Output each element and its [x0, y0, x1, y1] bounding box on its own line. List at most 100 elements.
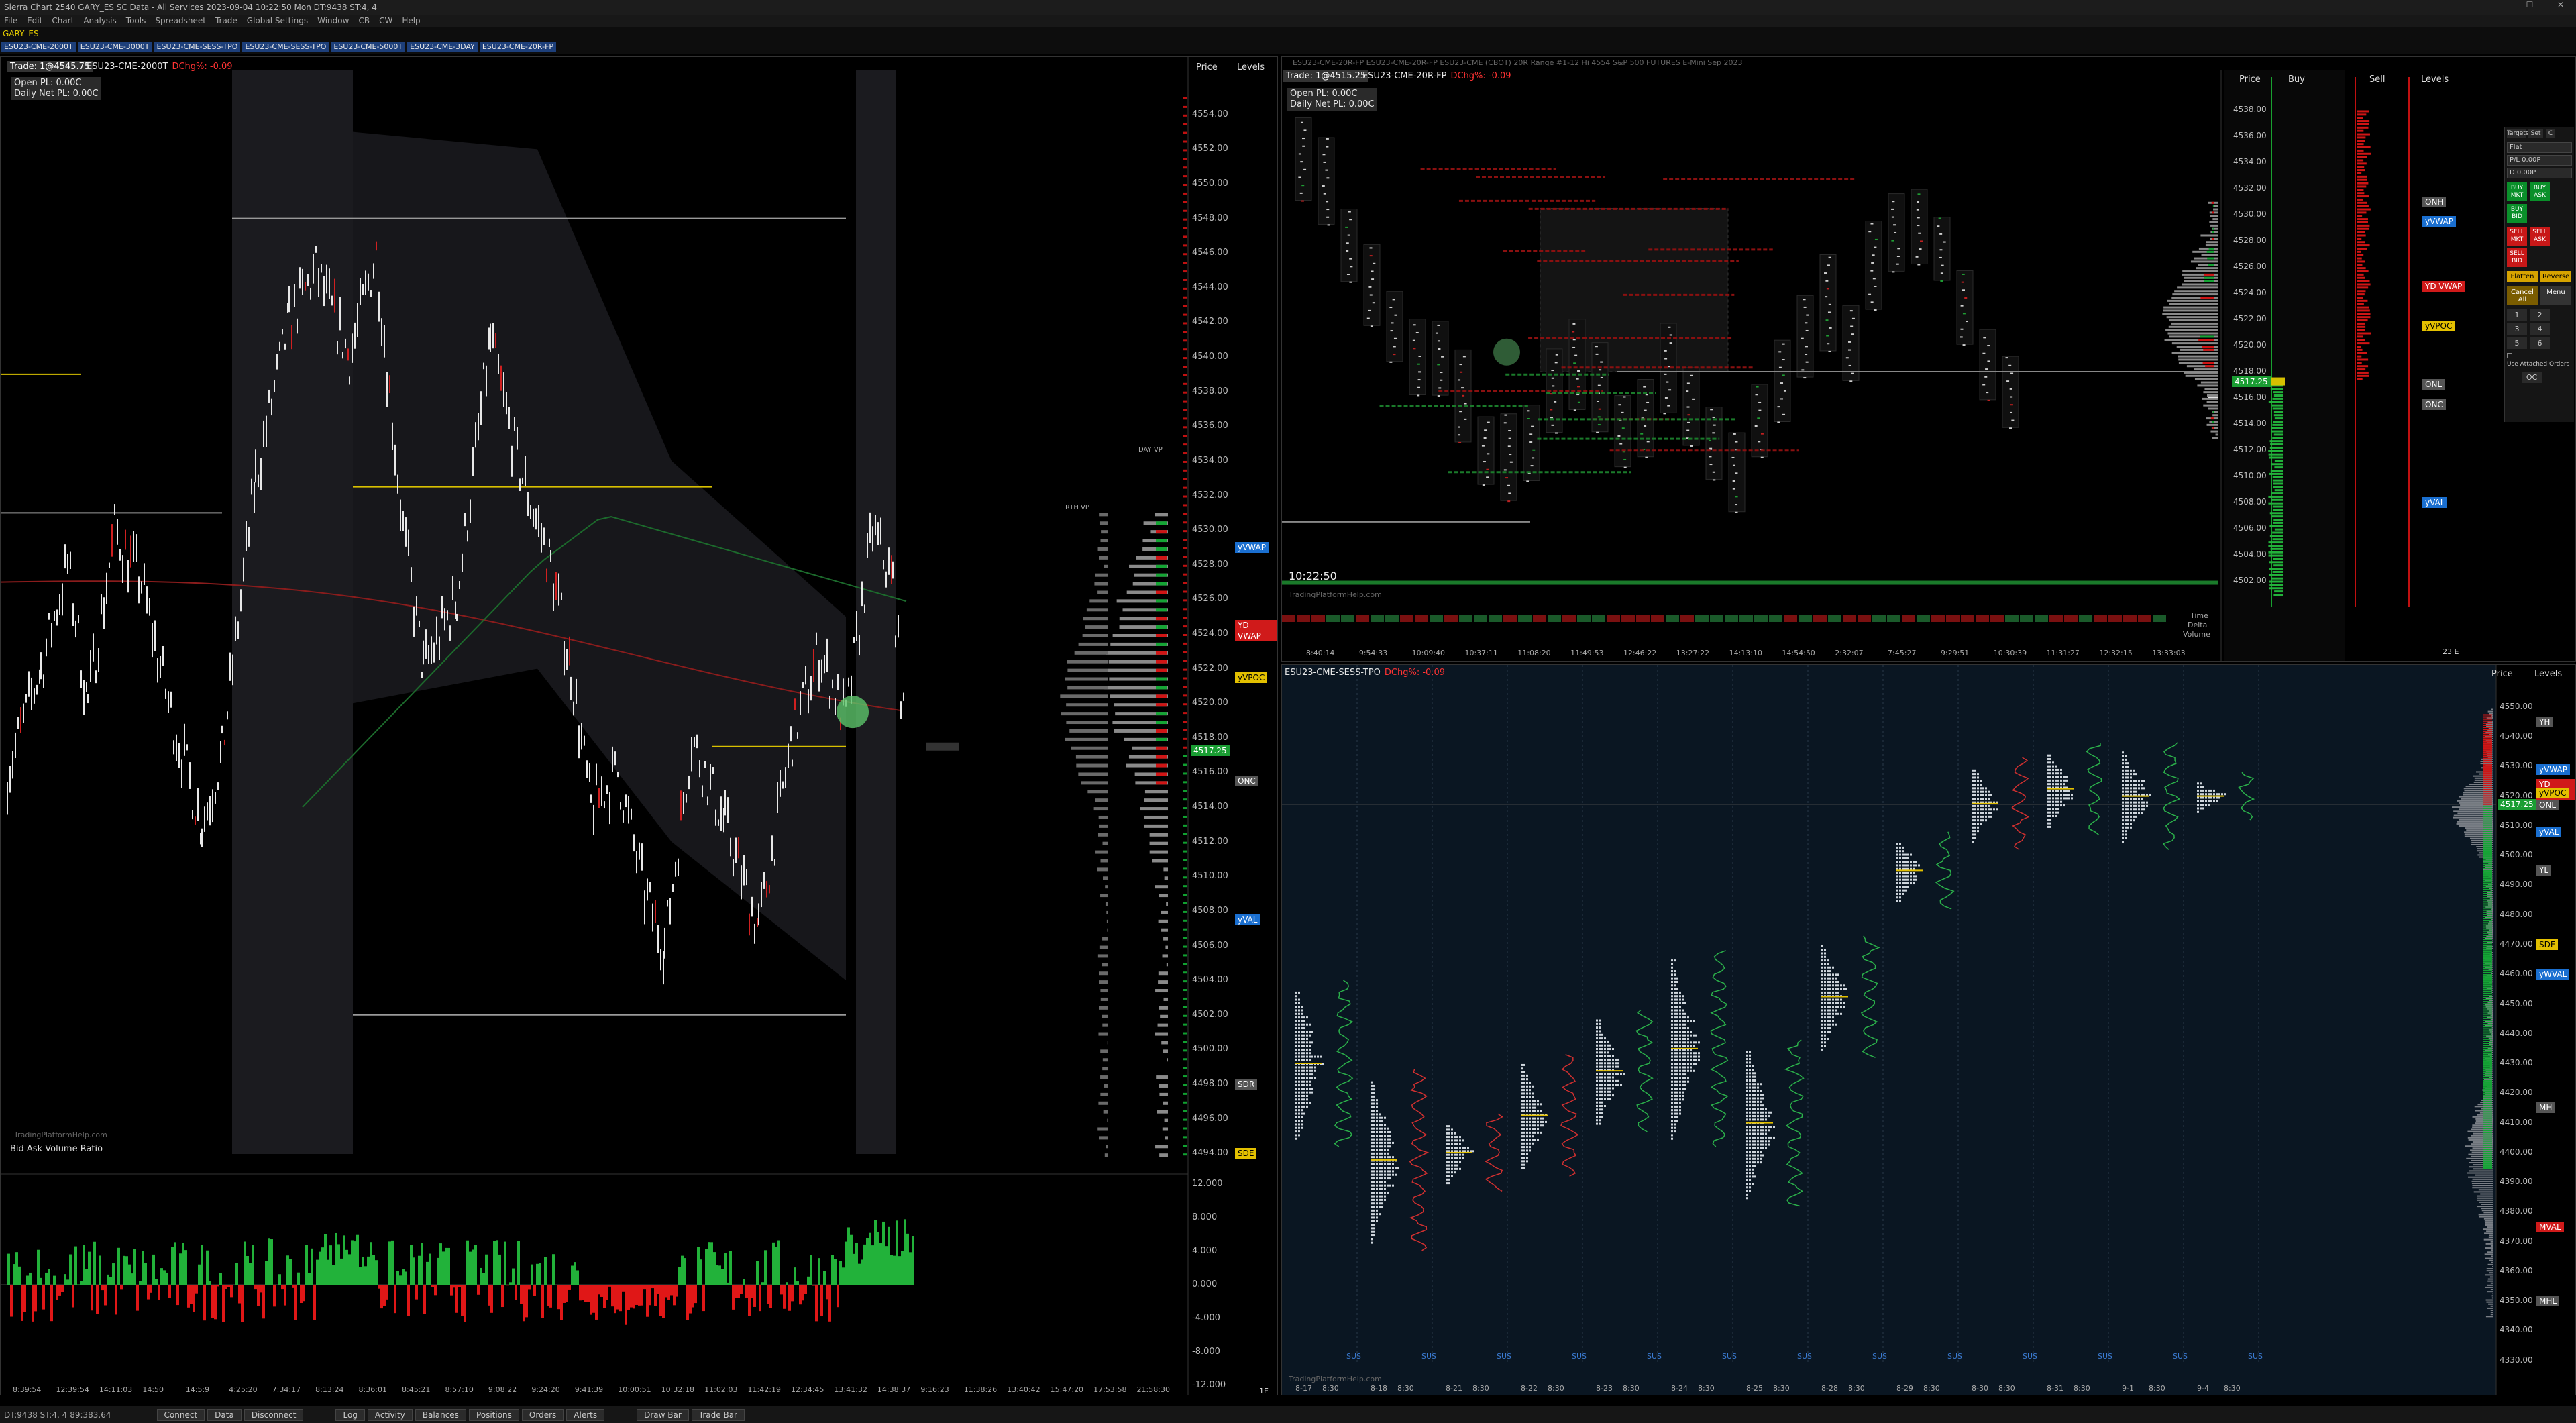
left-chart-canvas: [1, 57, 1189, 1395]
targets-button[interactable]: Targets: [2507, 129, 2529, 138]
open-pl: Open PL: 0.00C: [14, 78, 82, 88]
time-tick: 8:45:21: [402, 1385, 431, 1394]
chart-tab[interactable]: ESU23-CME-SESS-TPO: [154, 42, 241, 52]
date-tick: 9-1: [2122, 1384, 2134, 1393]
time-tick: 8:40:14: [1306, 649, 1335, 657]
level-tag: yVAL: [2536, 826, 2562, 837]
price-tick: 4536.00: [2233, 131, 2267, 141]
data-button[interactable]: Data: [207, 1408, 241, 1421]
qty-1-button[interactable]: 1: [2507, 309, 2527, 321]
price-tick: 4390.00: [2500, 1177, 2533, 1187]
disconnect-button[interactable]: Disconnect: [244, 1408, 304, 1421]
menu-item-cw[interactable]: CW: [379, 15, 392, 27]
menu-item-tools[interactable]: Tools: [126, 15, 146, 27]
time-tick: 7:34:17: [272, 1385, 301, 1394]
qty-3-button[interactable]: 3: [2507, 323, 2527, 335]
change-text: DChg%: -0.09: [1384, 668, 1445, 678]
trade-bar-button[interactable]: Trade Bar: [691, 1408, 745, 1421]
date-tick: 8-21: [1446, 1384, 1462, 1393]
set-button[interactable]: Set: [2528, 129, 2543, 138]
menu-item-cb[interactable]: CB: [358, 15, 370, 27]
buy-mkt-button[interactable]: BUY MKT: [2507, 182, 2527, 201]
positions-button[interactable]: Positions: [468, 1408, 519, 1421]
bottom-right-chart-tpo[interactable]: ESU23-CME-SESS-TPO DChg%: -0.09 Price Lev…: [1281, 664, 2576, 1395]
close-icon[interactable]: ✕: [2545, 0, 2576, 15]
current-price-tag: 4517.25: [2232, 376, 2271, 387]
balances-button[interactable]: Balances: [415, 1408, 466, 1421]
left-chart-2000t[interactable]: Trade: 1@4545.75 ESU23-CME-2000T DChg%: -…: [0, 56, 1278, 1395]
draw-bar-button[interactable]: Draw Bar: [637, 1408, 689, 1421]
flatten-button[interactable]: Flatten: [2507, 271, 2538, 282]
chart-tab[interactable]: ESU23-CME-2000T: [1, 42, 76, 52]
buy-bid-button[interactable]: BUY BID: [2507, 204, 2527, 223]
price-tick: 4420.00: [2500, 1088, 2533, 1098]
time-tick: 11:49:53: [1570, 649, 1604, 657]
corner-label: 1E: [1259, 1387, 1269, 1395]
sell-bid-button[interactable]: SELL BID: [2507, 248, 2527, 267]
oc-button[interactable]: OC: [2522, 372, 2542, 383]
qty-6-button[interactable]: 6: [2530, 337, 2550, 349]
session-time: 8:30: [1923, 1384, 1940, 1393]
alerts-button[interactable]: Alerts: [566, 1408, 605, 1421]
menu-item-edit[interactable]: Edit: [27, 15, 42, 27]
maximize-icon[interactable]: ☐: [2514, 0, 2545, 15]
price-header: Price: [2491, 669, 2513, 679]
menu-item-chart[interactable]: Chart: [52, 15, 74, 27]
price-tick: 4512.00: [1192, 836, 1228, 847]
price-tick: 4542.00: [1192, 317, 1228, 327]
menu-item-file[interactable]: File: [4, 15, 17, 27]
reverse-button[interactable]: Reverse: [2540, 271, 2571, 282]
log-button[interactable]: Log: [335, 1408, 365, 1421]
level-tag: YL: [2536, 865, 2552, 876]
session-tag: SUS: [2023, 1352, 2038, 1361]
menu-button[interactable]: Menu: [2540, 286, 2571, 305]
sell-mkt-button[interactable]: SELL MKT: [2507, 227, 2527, 246]
qty-2-button[interactable]: 2: [2530, 309, 2550, 321]
cancel-all-button[interactable]: Cancel All: [2507, 286, 2538, 305]
price-tick: 4534.00: [1192, 455, 1228, 466]
chart-tab[interactable]: ESU23-CME-SESS-TPO: [242, 42, 329, 52]
current-price-tag: 4517.25: [2498, 798, 2536, 810]
price-tick: 4540.00: [1192, 352, 1228, 362]
level-tag: ONC: [1235, 776, 1258, 787]
activity-button[interactable]: Activity: [367, 1408, 413, 1421]
daily-pl-field: D 0.00P: [2507, 168, 2572, 178]
price-tick: 4494.00: [1192, 1148, 1228, 1159]
menu-item-trade[interactable]: Trade: [215, 15, 237, 27]
indicator-tick: -12.000: [1192, 1380, 1226, 1390]
top-right-chart-20r[interactable]: ESU23-CME-20R-FP ESU23-CME-20R-FP ESU23-…: [1281, 56, 2576, 662]
chart-tab[interactable]: ESU23-CME-20R-FP: [479, 42, 557, 52]
price-tick: 4400.00: [2500, 1147, 2533, 1157]
menu-item-help[interactable]: Help: [402, 15, 420, 27]
time-tick: 11:31:27: [2046, 649, 2080, 657]
chart-tab[interactable]: ESU23-CME-3DAY: [407, 42, 478, 52]
price-tick: 4530.00: [2233, 209, 2267, 219]
attached-checkbox[interactable]: [2507, 353, 2512, 358]
menu-item-global-settings[interactable]: Global Settings: [247, 15, 308, 27]
time-tick: 14:11:03: [99, 1385, 133, 1394]
indicator-tick: 12.000: [1192, 1179, 1223, 1189]
menu-item-window[interactable]: Window: [317, 15, 349, 27]
qty-4-button[interactable]: 4: [2530, 323, 2550, 335]
session-tag: SUS: [1872, 1352, 1888, 1361]
connect-button[interactable]: Connect: [156, 1408, 205, 1421]
chartbook-symbol: GARY_ES: [0, 27, 2576, 40]
buy-ask-button[interactable]: BUY ASK: [2530, 182, 2550, 201]
minimize-icon[interactable]: —: [2483, 0, 2514, 15]
date-tick: 8-24: [1671, 1384, 1688, 1393]
chart-tab[interactable]: ESU23-CME-3000T: [77, 42, 152, 52]
c-button[interactable]: C: [2546, 129, 2555, 138]
session-tag: SUS: [2098, 1352, 2113, 1361]
price-tick: 4502.00: [2233, 575, 2267, 585]
chart-tab[interactable]: ESU23-CME-5000T: [331, 42, 406, 52]
vp-rth-label: RTH VP: [1065, 504, 1089, 511]
price-tick: 4510.00: [2233, 470, 2267, 480]
menu-item-analysis[interactable]: Analysis: [83, 15, 116, 27]
level-tag: MHL: [2536, 1296, 2560, 1307]
qty-5-button[interactable]: 5: [2507, 337, 2527, 349]
sell-ask-button[interactable]: SELL ASK: [2530, 227, 2550, 246]
price-tick: 4512.00: [2233, 444, 2267, 454]
price-tick: 4490.00: [2500, 880, 2533, 890]
orders-button[interactable]: Orders: [521, 1408, 564, 1421]
menu-item-spreadsheet[interactable]: Spreadsheet: [155, 15, 206, 27]
